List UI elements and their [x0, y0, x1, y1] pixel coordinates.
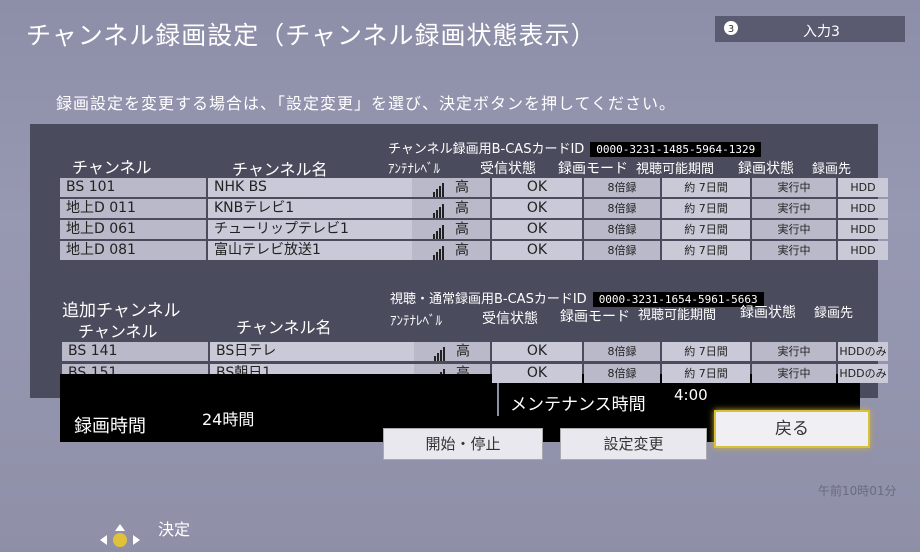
header-antenna: ｱﾝﾃﾅﾚﾍﾞﾙ [388, 162, 440, 177]
record-time-value: 24時間 [202, 410, 255, 429]
cell-status: 実行中 [752, 364, 836, 383]
start-stop-button[interactable]: 開始・停止 [383, 428, 543, 460]
dpad-icon [100, 524, 140, 547]
header-status: 録画状態 [740, 305, 796, 321]
settings-change-button[interactable]: 設定変更 [560, 428, 707, 460]
cell-reception: OK [492, 220, 582, 239]
cell-dest: HDD [838, 178, 888, 197]
header-channel: チャンネル [78, 322, 158, 341]
header-mode: 録画モード [560, 309, 630, 325]
card-id-line-1: チャンネル録画用B-CASカードID 0000-3231-1485-5964-13… [388, 138, 762, 157]
table-row: 地上D 011 KNBテレビ1 高 OK 8倍録 約 7日間 実行中 HDD [30, 199, 888, 218]
header-antenna: ｱﾝﾃﾅﾚﾍﾞﾙ [390, 314, 442, 329]
cell-period: 約 7日間 [662, 342, 750, 361]
header-channel-name: チャンネル名 [232, 160, 328, 179]
cell-period: 約 7日間 [662, 220, 750, 239]
cell-dest: HDDのみ [838, 364, 888, 383]
header-reception: 受信状態 [482, 311, 538, 327]
table-row: 地上D 081 富山テレビ放送1 高 OK 8倍録 約 7日間 実行中 HDD [30, 241, 888, 260]
header-reception: 受信状態 [480, 161, 536, 177]
record-time-label: 録画時間 [74, 416, 146, 437]
header-channel-name: チャンネル名 [236, 318, 332, 337]
cell-status: 実行中 [752, 199, 836, 218]
header-period: 視聴可能期間 [636, 162, 715, 177]
cell-status: 実行中 [752, 178, 836, 197]
cell-channel-name: チューリップテレビ1 [208, 220, 414, 239]
instruction-text: 録画設定を変更する場合は、「設定変更」を選び、決定ボタンを押してください。 [56, 94, 677, 113]
table-row: BS 101 NHK BS 高 OK 8倍録 約 7日間 実行中 HDD [30, 178, 888, 197]
header-dest: 録画先 [812, 162, 852, 177]
card-id-value: 0000-3231-1485-5964-1329 [590, 142, 762, 157]
cell-mode: 8倍録 [584, 178, 660, 197]
legend-decide: 決定 [158, 520, 191, 539]
cell-period: 約 7日間 [662, 199, 750, 218]
cell-channel: BS 101 [60, 178, 206, 197]
cell-dest: HDD [838, 220, 888, 239]
cell-dest: HDD [838, 199, 888, 218]
cell-period: 約 7日間 [662, 364, 750, 383]
header-channel: チャンネル [72, 158, 152, 177]
cell-mode: 8倍録 [584, 364, 660, 383]
cell-reception: OK [492, 178, 582, 197]
cell-channel-name: KNBテレビ1 [208, 199, 414, 218]
cell-reception: OK [492, 364, 582, 383]
cell-channel-name: NHK BS [208, 178, 414, 197]
svg-text:3: 3 [728, 24, 734, 35]
maintenance-label: メンテナンス時間 [510, 395, 646, 415]
cell-antenna: 高 [412, 241, 490, 260]
remote-legend: 決定 [96, 512, 216, 552]
cell-channel: 地上D 011 [60, 199, 206, 218]
header-status: 録画状態 [738, 161, 794, 177]
cell-dest: HDDのみ [838, 342, 888, 361]
clock-text: 午前10時01分 [818, 484, 897, 498]
page-title: チャンネル録画設定（チャンネル録画状態表示） [26, 21, 597, 50]
cell-reception: OK [492, 241, 582, 260]
input-badge: 3 入力3 [715, 16, 905, 42]
input-label: 入力3 [803, 24, 840, 40]
cell-antenna: 高 [412, 178, 490, 197]
cell-reception: OK [492, 342, 582, 361]
cell-channel-name: 富山テレビ放送1 [208, 241, 414, 260]
cell-period: 約 7日間 [662, 178, 750, 197]
cell-period: 約 7日間 [662, 241, 750, 260]
signal-bars-icon [433, 178, 445, 197]
cell-status: 実行中 [752, 241, 836, 260]
card-id-label: チャンネル録画用B-CASカードID [388, 142, 585, 157]
cell-antenna: 高 [412, 220, 490, 239]
cell-mode: 8倍録 [584, 241, 660, 260]
table-row-2b: OK 8倍録 約 7日間 実行中 HDDのみ [30, 364, 888, 383]
header-dest: 録画先 [814, 306, 854, 321]
cell-antenna: 高 [412, 199, 490, 218]
cell-channel: 地上D 061 [60, 220, 206, 239]
cell-mode: 8倍録 [584, 220, 660, 239]
header-mode: 録画モード [558, 161, 628, 177]
cell-mode: 8倍録 [584, 199, 660, 218]
cell-status: 実行中 [752, 220, 836, 239]
cell-reception: OK [492, 199, 582, 218]
cell-mode: 8倍録 [584, 342, 660, 361]
input-source-icon: 3 [724, 21, 738, 35]
signal-bars-icon [433, 241, 445, 260]
table-row: 地上D 061 チューリップテレビ1 高 OK 8倍録 約 7日間 実行中 HD… [30, 220, 888, 239]
header-period: 視聴可能期間 [638, 308, 717, 323]
row-cover [30, 342, 500, 361]
cell-channel: 地上D 081 [60, 241, 206, 260]
cell-dest: HDD [838, 241, 888, 260]
signal-bars-icon [433, 199, 445, 218]
maintenance-value: 4:00 [674, 386, 708, 404]
back-button[interactable]: 戻る [714, 410, 870, 448]
cell-status: 実行中 [752, 342, 836, 361]
card-id-label: 視聴・通常録画用B-CASカードID [390, 292, 587, 307]
signal-bars-icon [433, 220, 445, 239]
